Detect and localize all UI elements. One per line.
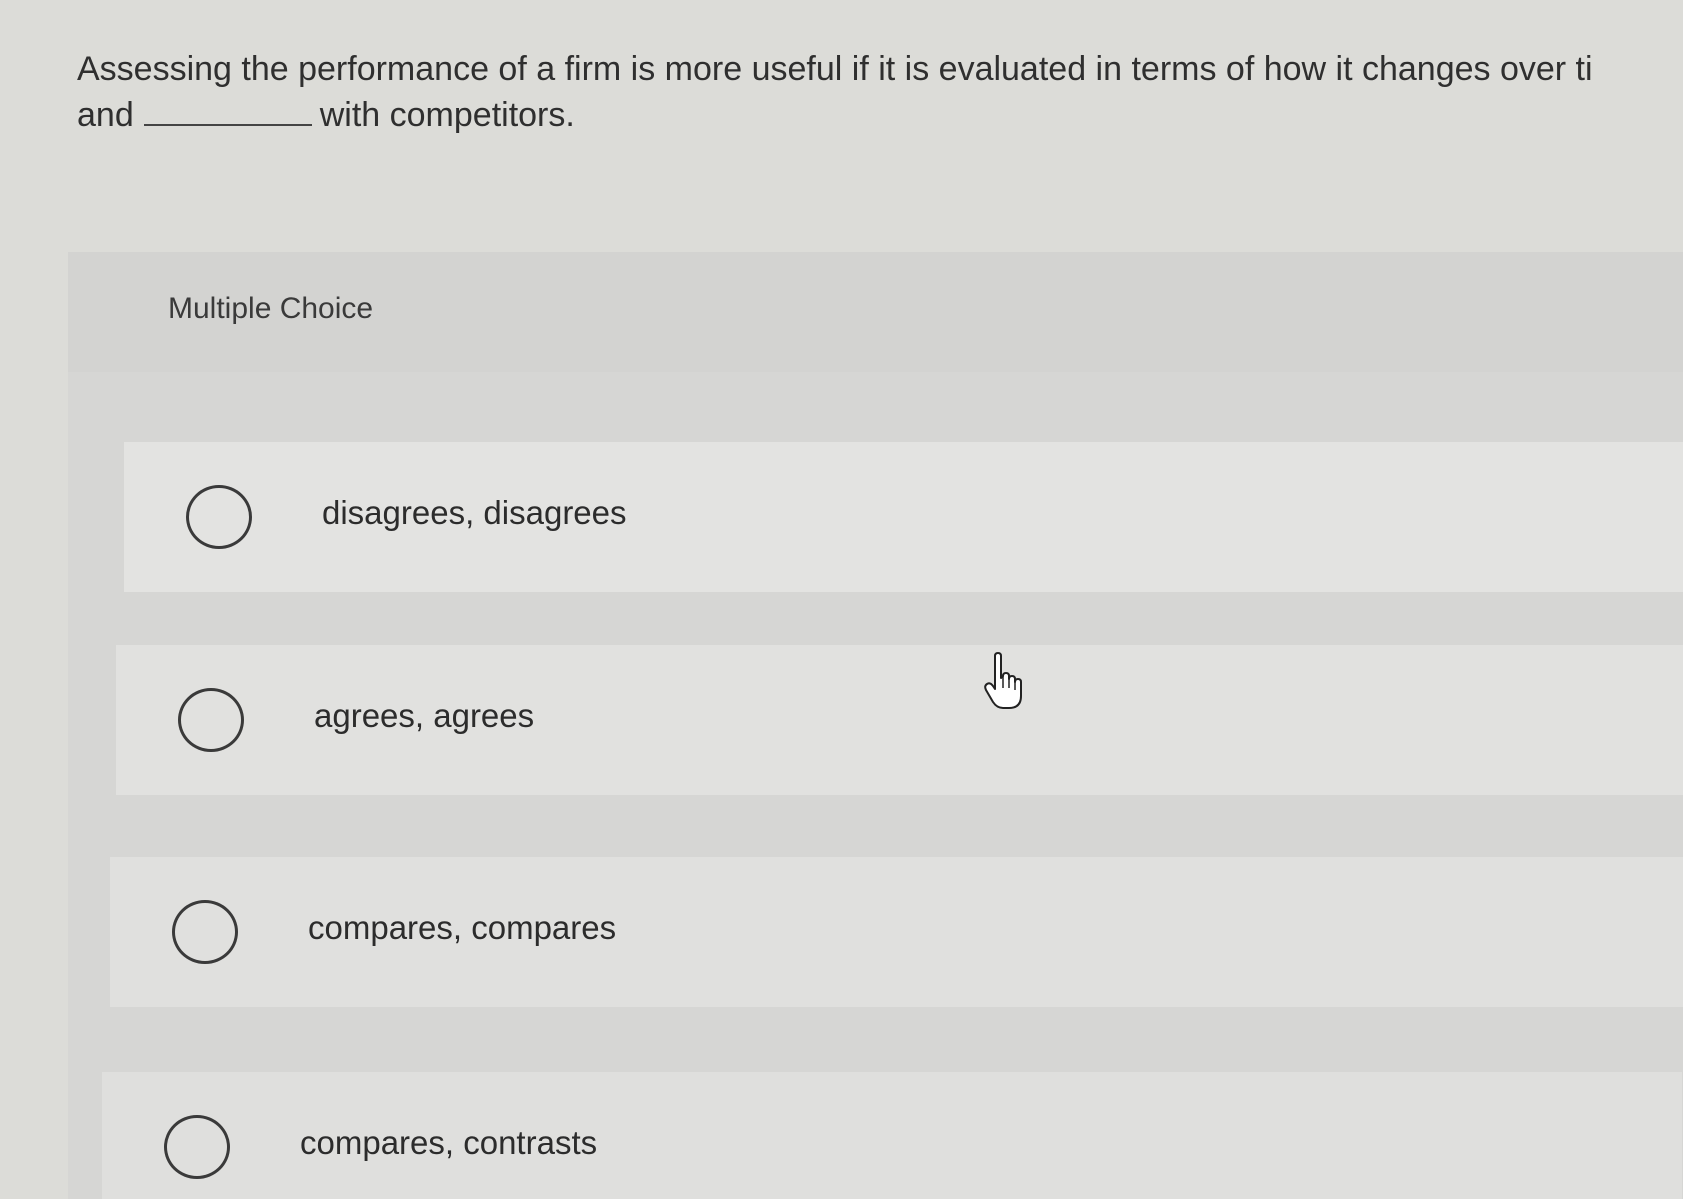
question-line-1: Assessing the performance of a firm is m… [77, 46, 1683, 92]
option-disagrees-disagrees[interactable]: disagrees, disagrees [124, 442, 1683, 592]
question-text: Assessing the performance of a firm is m… [77, 46, 1683, 138]
option-compares-compares[interactable]: compares, compares [110, 857, 1683, 1007]
question-text-line2-start: and [77, 96, 134, 134]
question-line-2: and with competitors. [77, 92, 1683, 138]
radio-button[interactable] [172, 900, 238, 964]
hand-pointer-icon [984, 652, 1022, 709]
option-label: disagrees, disagrees [322, 494, 627, 531]
question-text-after: with competitors. [319, 96, 575, 134]
answer-blank [143, 98, 312, 126]
option-label: compares, contrasts [300, 1124, 598, 1161]
multiple-choice-panel: Multiple Choice disagrees, disagrees agr… [68, 252, 1683, 1199]
radio-button[interactable] [164, 1115, 230, 1179]
radio-button[interactable] [178, 688, 244, 752]
option-compares-contrasts[interactable]: compares, contrasts [102, 1072, 1682, 1199]
option-label: agrees, agrees [314, 697, 535, 734]
radio-button[interactable] [186, 485, 252, 549]
question-text-before: Assessing the performance of a firm is m… [77, 50, 1593, 88]
option-label: compares, compares [308, 909, 617, 946]
option-agrees-agrees[interactable]: agrees, agrees [116, 645, 1683, 795]
options-list: disagrees, disagrees agrees, agrees comp… [68, 252, 1683, 1199]
